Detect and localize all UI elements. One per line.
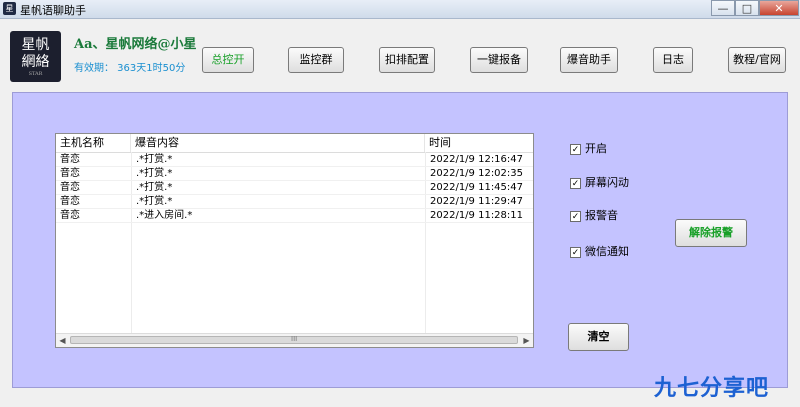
row-host: 音恋	[60, 154, 80, 165]
row-host: 音恋	[60, 168, 80, 179]
wechat-notify-label: 微信通知	[585, 245, 629, 258]
scroll-left-icon[interactable]: ◀	[56, 334, 69, 347]
horizontal-scrollbar[interactable]: ◀ III ▶	[56, 333, 533, 347]
row-time: 2022/1/9 12:16:47	[430, 154, 524, 165]
log-button[interactable]: 日志	[653, 47, 693, 73]
logo-line-1: 星帆	[21, 37, 50, 53]
check-icon[interactable]: ✓	[570, 210, 581, 222]
check-icon[interactable]: ✓	[570, 246, 581, 258]
enable-label: 开启	[585, 142, 607, 155]
window-title: 星帆语聊助手	[20, 4, 86, 17]
wechat-notify-checkbox[interactable]: ✓ 微信通知	[570, 245, 629, 259]
alarm-sound-checkbox[interactable]: ✓ 报警音	[570, 209, 618, 223]
row-content: .*进入房间.*	[136, 210, 193, 221]
table-row[interactable]: 音恋 .*进入房间.* 2022/1/9 11:28:11	[56, 209, 533, 223]
burst-assistant-button[interactable]: 爆音助手	[560, 47, 618, 73]
row-content: .*打赏.*	[136, 182, 173, 193]
scroll-thumb[interactable]: III	[70, 335, 518, 344]
screen-flash-checkbox[interactable]: ✓ 屏幕闪动	[570, 176, 629, 190]
column-header-time[interactable]: 时间	[425, 134, 533, 152]
clear-button[interactable]: 清空	[568, 323, 629, 351]
row-time: 2022/1/9 11:29:47	[430, 196, 524, 207]
alarm-sound-label: 报警音	[585, 209, 618, 222]
one-click-report-button[interactable]: 一键报备	[470, 47, 528, 73]
row-content: .*打赏.*	[136, 196, 173, 207]
username: Aa、星帆网络@小星	[74, 37, 197, 52]
dismiss-alarm-button[interactable]: 解除报警	[675, 219, 747, 247]
title-bar: 星 星帆语聊助手 — □ ✕	[0, 0, 800, 19]
row-time: 2022/1/9 11:28:11	[430, 210, 524, 221]
row-host: 音恋	[60, 182, 80, 193]
table-row[interactable]: 音恋 .*打赏.* 2022/1/9 12:16:47	[56, 153, 533, 167]
header: 星帆 網絡 STAR Aa、星帆网络@小星 有效期： 363天1时50分 总控开…	[0, 19, 800, 87]
master-switch-button[interactable]: 总控开	[202, 47, 254, 73]
table-row[interactable]: 音恋 .*打赏.* 2022/1/9 11:29:47	[56, 195, 533, 209]
validity-text: 有效期： 363天1时50分	[74, 63, 186, 74]
watermark-text: 九七分享吧	[654, 376, 770, 401]
monitor-group-button[interactable]: 监控群	[288, 47, 344, 73]
maximize-button[interactable]: □	[735, 0, 759, 16]
alert-table[interactable]: 主机名称 爆音内容 时间 音恋 .*打赏.* 2022/1/9 12:16:47…	[55, 133, 534, 348]
table-row[interactable]: 音恋 .*打赏.* 2022/1/9 12:02:35	[56, 167, 533, 181]
enable-checkbox[interactable]: ✓ 开启	[570, 142, 607, 156]
app-icon: 星	[3, 2, 16, 15]
row-content: .*打赏.*	[136, 168, 173, 179]
tutorial-button[interactable]: 教程/官网	[728, 47, 786, 73]
close-button[interactable]: ✕	[759, 0, 799, 16]
column-header-content[interactable]: 爆音内容	[131, 134, 425, 152]
main-panel: 主机名称 爆音内容 时间 音恋 .*打赏.* 2022/1/9 12:16:47…	[12, 92, 788, 388]
row-time: 2022/1/9 12:02:35	[430, 168, 524, 179]
kick-config-button[interactable]: 扣排配置	[379, 47, 435, 73]
screen-flash-label: 屏幕闪动	[585, 176, 629, 189]
scroll-right-icon[interactable]: ▶	[520, 334, 533, 347]
logo-line-2: 網絡	[21, 54, 50, 70]
column-header-host[interactable]: 主机名称	[56, 134, 131, 152]
grip-icon: III	[291, 335, 298, 343]
row-time: 2022/1/9 11:45:47	[430, 182, 524, 193]
brand-logo: 星帆 網絡 STAR	[10, 31, 61, 82]
row-host: 音恋	[60, 210, 80, 221]
row-host: 音恋	[60, 196, 80, 207]
check-icon[interactable]: ✓	[570, 177, 581, 189]
row-content: .*打赏.*	[136, 154, 173, 165]
check-icon[interactable]: ✓	[570, 143, 581, 155]
table-row[interactable]: 音恋 .*打赏.* 2022/1/9 11:45:47	[56, 181, 533, 195]
logo-subtext: STAR	[28, 71, 43, 77]
minimize-button[interactable]: —	[711, 0, 735, 16]
table-header: 主机名称 爆音内容 时间	[56, 134, 533, 153]
